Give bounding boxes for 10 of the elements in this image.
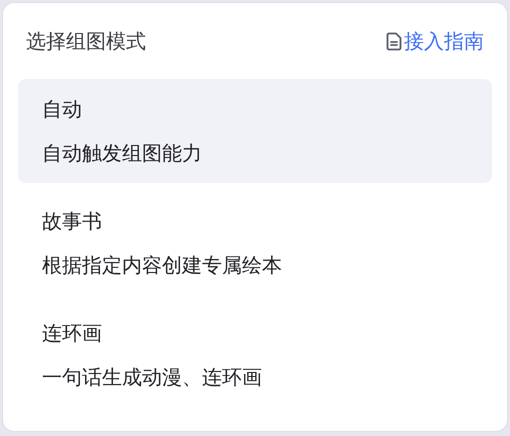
- panel-title: 选择组图模式: [26, 28, 146, 54]
- option-description: 一句话生成动漫、连环画: [42, 364, 263, 391]
- mode-option[interactable]: 自动 自动触发组图能力: [18, 79, 492, 183]
- option-description: 自动触发组图能力: [42, 140, 203, 167]
- option-description: 根据指定内容创建专属绘本: [42, 252, 283, 279]
- guide-link[interactable]: 接入指南: [386, 28, 484, 54]
- option-title: 自动: [42, 96, 83, 123]
- document-icon: [386, 32, 402, 50]
- option-title: 故事书: [42, 208, 103, 235]
- option-title: 连环画: [42, 320, 103, 347]
